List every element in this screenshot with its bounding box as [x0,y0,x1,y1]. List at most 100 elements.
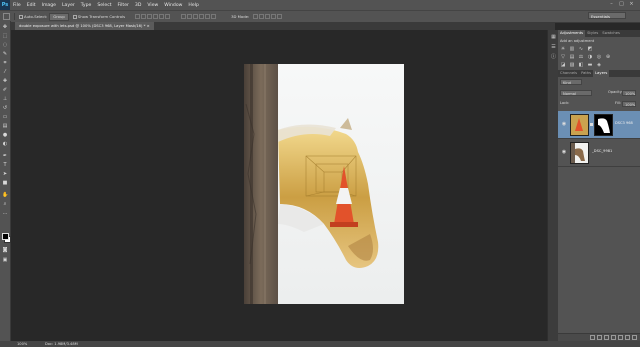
menu-type[interactable]: Type [81,3,92,8]
align-top-icon[interactable] [135,14,141,19]
close-tab-icon[interactable]: × [147,24,150,28]
opacity-field[interactable]: 100% [622,90,636,96]
eye-icon[interactable]: ◉ [561,149,567,155]
marquee-icon[interactable]: ⬚ [2,33,8,39]
more-tools-icon[interactable]: … [2,210,8,216]
gradient-map-icon[interactable]: ▬ [587,62,593,68]
invert-icon[interactable]: ◪ [560,62,566,68]
auto-select-dropdown[interactable]: Group [49,12,69,21]
move-tool-icon[interactable]: ✥ [2,24,8,30]
posterize-icon[interactable]: ▨ [569,62,575,68]
properties-panel-icon[interactable]: ☰ [550,44,557,51]
3d-roll-icon[interactable] [259,14,265,19]
link-icon[interactable] [590,123,593,126]
distribute-top-icon[interactable] [181,14,187,19]
history-brush-icon[interactable]: ↺ [2,105,8,111]
tab-swatches[interactable]: Swatches [600,30,622,37]
workspace-dropdown[interactable]: Essentials [588,12,626,19]
stamp-icon[interactable]: ⊥ [2,96,8,102]
adjustment-layer-icon[interactable] [611,335,616,340]
kind-filter-dropdown[interactable]: Kind [560,79,582,85]
menu-layer[interactable]: Layer [62,3,75,8]
link-layers-icon[interactable] [590,335,595,340]
curves-icon[interactable]: ∿ [578,46,584,52]
tab-layers[interactable]: Layers [593,70,610,77]
screen-mode-icon[interactable]: ▣ [2,257,8,263]
menu-window[interactable]: Window [164,3,182,8]
3d-slide-icon[interactable] [271,14,277,19]
trash-icon[interactable] [632,335,637,340]
eraser-icon[interactable]: ▭ [2,114,8,120]
layer-row[interactable]: ◉ DSC3 968 [558,111,640,139]
show-transform-checkbox[interactable] [72,14,77,19]
align-right-icon[interactable] [165,14,171,19]
menu-select[interactable]: Select [97,3,111,8]
history-panel-icon[interactable]: ▦ [550,34,557,41]
menu-3d[interactable]: 3D [135,3,141,8]
3d-rotate-icon[interactable] [253,14,259,19]
distribute-left-icon[interactable] [199,14,205,19]
layer-mask-thumbnail[interactable] [594,114,613,136]
layer-name[interactable]: DSC3 968 [615,121,633,125]
eye-icon[interactable]: ◉ [561,121,567,127]
foreground-color-swatch[interactable] [2,233,9,240]
move-icon[interactable] [3,13,10,20]
layer-name[interactable]: _DSC_9981 [592,149,612,153]
minimize-icon[interactable]: – [608,1,615,8]
close-icon[interactable]: × [628,1,635,8]
vibrance-icon[interactable]: ▽ [560,54,566,60]
maximize-icon[interactable]: □ [618,1,625,8]
distribute-middle-icon[interactable] [187,14,193,19]
color-balance-icon[interactable]: ⚖ [578,54,584,60]
lasso-icon[interactable]: ◌ [2,42,8,48]
align-middle-icon[interactable] [141,14,147,19]
distribute-bottom-icon[interactable] [193,14,199,19]
menu-help[interactable]: Help [188,3,198,8]
auto-select-checkbox[interactable] [19,14,23,19]
distribute-right-icon[interactable] [211,14,217,19]
zoom-icon[interactable]: ⌕ [2,201,8,207]
align-center-icon[interactable] [159,14,165,19]
new-group-icon[interactable] [618,335,623,340]
zoom-level[interactable]: 100% [17,341,27,347]
menu-view[interactable]: View [147,3,158,8]
shape-icon[interactable]: ■ [2,180,8,186]
blend-mode-dropdown[interactable]: Normal [560,90,592,96]
menu-edit[interactable]: Edit [27,3,36,8]
tab-styles[interactable]: Styles [585,30,600,37]
3d-scale-icon[interactable] [277,14,283,19]
fx-icon[interactable] [597,335,602,340]
tab-paths[interactable]: Paths [579,70,593,77]
channel-mixer-icon[interactable]: ⊕ [605,54,611,60]
selective-color-icon[interactable]: ◈ [596,62,602,68]
document-tab[interactable]: double exposure with lets.psd @ 100% (DS… [15,22,154,30]
add-mask-icon[interactable] [604,335,609,340]
exposure-icon[interactable]: ◩ [587,46,593,52]
info-panel-icon[interactable]: ⓘ [550,54,557,61]
type-icon[interactable]: T [2,162,8,168]
menu-file[interactable]: File [13,3,21,8]
fill-field[interactable]: 100% [622,101,636,107]
photo-filter-icon[interactable]: ◎ [596,54,602,60]
quick-select-icon[interactable]: ✎ [2,51,8,57]
brightness-icon[interactable]: ☀ [560,46,566,52]
healing-icon[interactable]: ✚ [2,78,8,84]
levels-icon[interactable]: ▥ [569,46,575,52]
tab-channels[interactable]: Channels [558,70,579,77]
black-white-icon[interactable]: ◑ [587,54,593,60]
path-select-icon[interactable]: ➤ [2,171,8,177]
quick-mask-icon[interactable]: ◙ [2,247,8,253]
align-bottom-icon[interactable] [147,14,153,19]
align-left-icon[interactable] [153,14,159,19]
canvas-area[interactable] [11,30,555,341]
threshold-icon[interactable]: ◧ [578,62,584,68]
brush-icon[interactable]: ✐ [2,87,8,93]
crop-icon[interactable]: ⌗ [2,60,8,66]
3d-pan-icon[interactable] [265,14,271,19]
layer-row[interactable]: ◉ _DSC_9981 [558,139,640,167]
tab-adjustments[interactable]: Adjustments [558,30,586,37]
pen-icon[interactable]: ✒ [2,153,8,159]
gradient-icon[interactable]: ▤ [2,123,8,129]
document-canvas[interactable] [244,64,404,304]
menu-filter[interactable]: Filter [118,3,129,8]
